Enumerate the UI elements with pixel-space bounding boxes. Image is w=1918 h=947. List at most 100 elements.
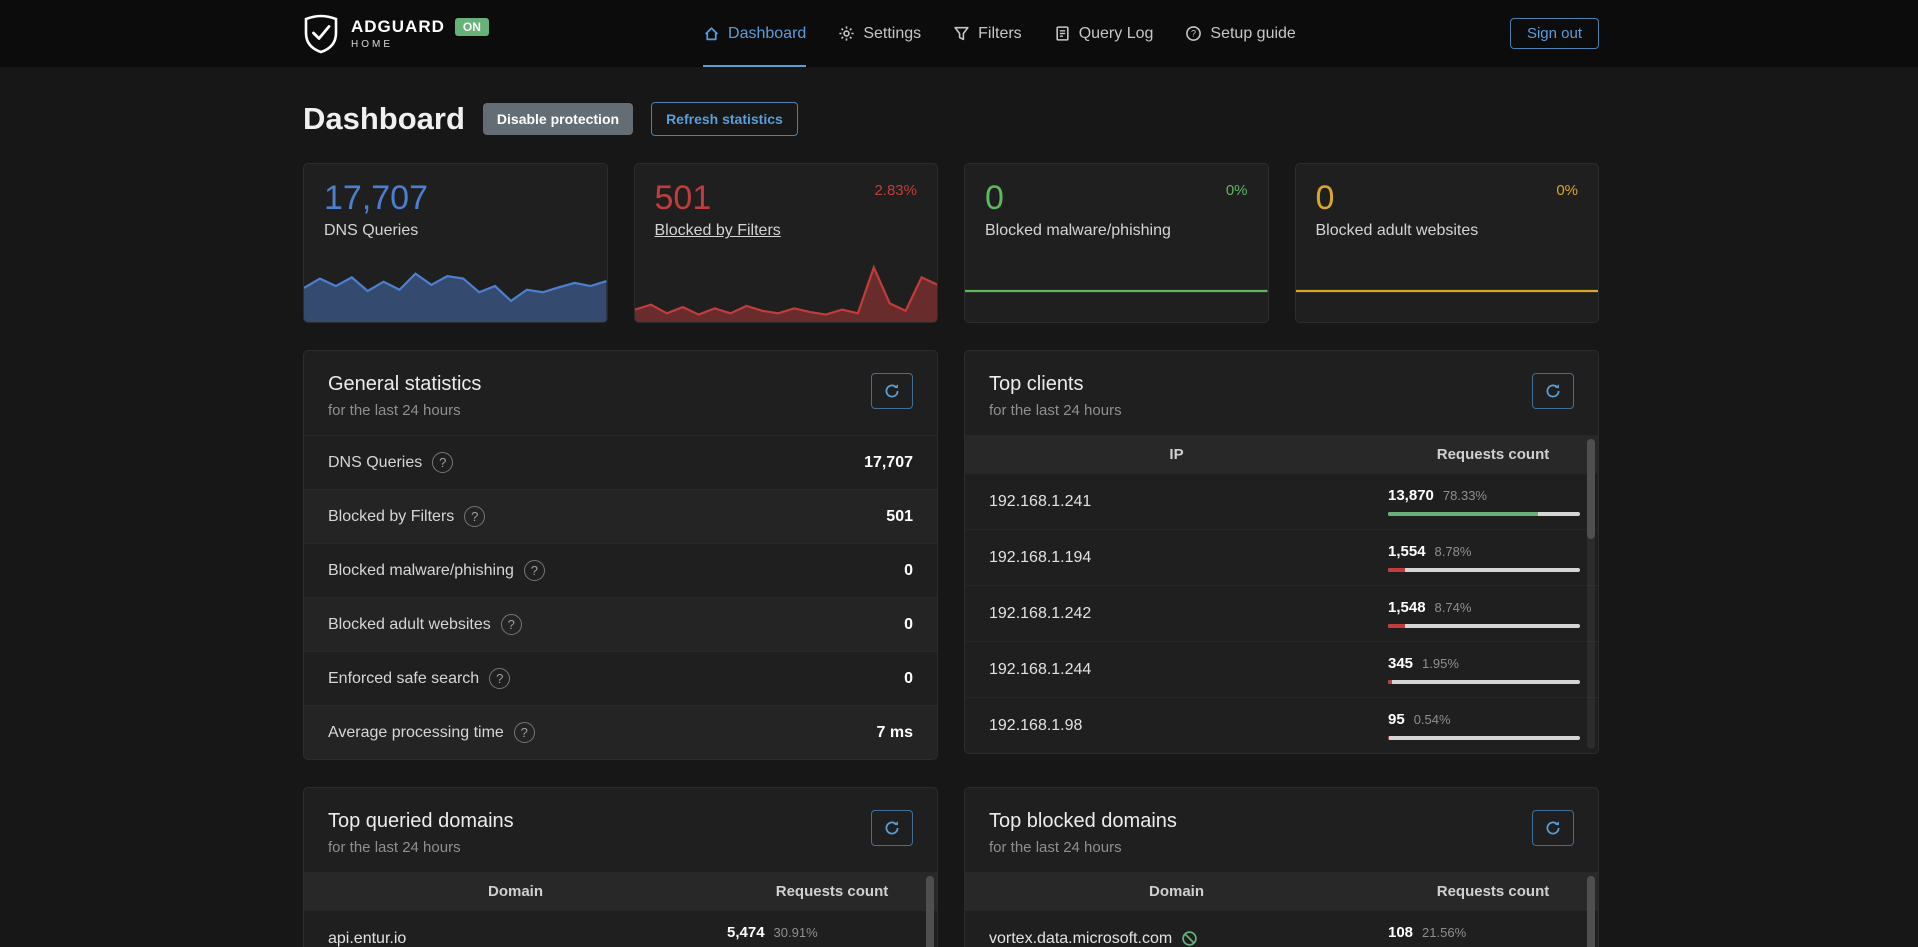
help-circle-icon: ?	[1185, 25, 1202, 42]
request-percent: 1.95%	[1422, 656, 1459, 671]
client-row: 192.168.1.241 13,870 78.33%	[965, 473, 1598, 529]
stat-row-label: Blocked adult websites	[328, 616, 491, 634]
progress-bar	[1388, 624, 1580, 628]
refresh-button[interactable]	[1532, 373, 1574, 409]
page-title: Dashboard	[303, 101, 465, 137]
progress-bar	[1388, 512, 1580, 516]
sign-out-button[interactable]: Sign out	[1510, 18, 1599, 49]
request-percent: 78.33%	[1443, 488, 1487, 503]
help-icon[interactable]: ?	[501, 614, 522, 635]
table-header: Domain Requests count	[304, 872, 937, 910]
dns-queries-sparkline	[304, 260, 607, 322]
refresh-icon	[1545, 383, 1561, 399]
stat-percent: 2.83%	[874, 182, 917, 199]
progress-bar	[1388, 680, 1580, 684]
help-icon[interactable]: ?	[489, 668, 510, 689]
nav-label: Setup guide	[1210, 25, 1295, 43]
column-header-ip[interactable]: IP	[965, 446, 1388, 463]
stat-row: Enforced safe search ? 0	[304, 651, 937, 705]
blocked-domain[interactable]: vortex.data.microsoft.com	[965, 930, 1388, 947]
refresh-button[interactable]	[1532, 810, 1574, 846]
column-header-requests[interactable]: Requests count	[727, 883, 937, 900]
scrollbar[interactable]	[1587, 876, 1595, 947]
scrollbar[interactable]	[1587, 439, 1595, 749]
request-count: 108	[1388, 924, 1413, 941]
help-icon[interactable]: ?	[432, 452, 453, 473]
domain-text: api.entur.io	[328, 930, 406, 947]
domain-row: api.entur.io 5,47430.91%	[304, 910, 937, 947]
client-ip[interactable]: 192.168.1.242	[965, 605, 1388, 623]
request-percent: 0.54%	[1414, 712, 1451, 727]
stat-row-value: 0	[904, 616, 913, 634]
client-ip[interactable]: 192.168.1.241	[965, 493, 1388, 511]
help-icon[interactable]: ?	[464, 506, 485, 527]
request-count: 345	[1388, 655, 1413, 672]
client-ip[interactable]: 192.168.1.244	[965, 661, 1388, 679]
stat-row-label: Blocked malware/phishing	[328, 562, 514, 580]
stat-row: Blocked adult websites ? 0	[304, 597, 937, 651]
help-icon[interactable]: ?	[524, 560, 545, 581]
brand-subname: HOME	[351, 39, 489, 50]
nav-dashboard[interactable]: Dashboard	[703, 0, 806, 67]
blocked-filters-sparkline	[635, 260, 938, 322]
client-row: 192.168.1.244 345 1.95%	[965, 641, 1598, 697]
request-percent: 30.91%	[774, 925, 818, 940]
nav-settings[interactable]: Settings	[838, 0, 921, 67]
column-header-requests[interactable]: Requests count	[1388, 883, 1598, 900]
refresh-icon	[884, 820, 900, 836]
dashboard-page: Dashboard Disable protection Refresh sta…	[303, 101, 1599, 947]
stat-row-value: 501	[886, 508, 913, 526]
nav-label: Filters	[978, 25, 1022, 43]
refresh-statistics-button[interactable]: Refresh statistics	[651, 102, 798, 136]
nav-filters[interactable]: Filters	[953, 0, 1022, 67]
card-subtitle: for the last 24 hours	[328, 402, 481, 419]
blocked-malware-sparkline	[965, 260, 1268, 322]
request-percent: 8.74%	[1435, 600, 1472, 615]
table-header: IP Requests count	[965, 435, 1598, 473]
client-row: 192.168.1.194 1,5548.78%	[965, 529, 1598, 585]
help-icon[interactable]: ?	[514, 722, 535, 743]
stat-row-label: Blocked by Filters	[328, 508, 454, 526]
brand-name: ADGUARD	[351, 17, 445, 37]
main-nav: Dashboard Settings Filters	[489, 0, 1510, 67]
client-ip[interactable]: 192.168.1.194	[965, 549, 1388, 567]
card-subtitle: for the last 24 hours	[989, 402, 1122, 419]
request-count: 1,548	[1388, 599, 1426, 616]
stat-row-label: DNS Queries	[328, 454, 422, 472]
general-statistics-card: General statistics for the last 24 hours…	[303, 350, 938, 760]
disable-protection-button[interactable]: Disable protection	[483, 103, 633, 135]
scrollbar-thumb[interactable]	[926, 876, 934, 947]
nav-query-log[interactable]: Query Log	[1054, 0, 1154, 67]
stat-row: Blocked by Filters ? 501	[304, 489, 937, 543]
request-count: 13,870	[1388, 487, 1434, 504]
nav-setup-guide[interactable]: ? Setup guide	[1185, 0, 1295, 67]
stat-label: DNS Queries	[324, 222, 418, 240]
stat-value: 17,707	[324, 180, 428, 217]
card-title: Top blocked domains	[989, 810, 1177, 833]
blocked-by-filters-link[interactable]: Blocked by Filters	[655, 222, 781, 240]
request-count: 1,554	[1388, 543, 1426, 560]
column-header-requests[interactable]: Requests count	[1388, 446, 1598, 463]
stat-percent: 0%	[1226, 182, 1248, 199]
column-header-domain[interactable]: Domain	[304, 883, 727, 900]
card-subtitle: for the last 24 hours	[989, 839, 1177, 856]
blocked-adult-sparkline	[1296, 260, 1599, 322]
scrollbar[interactable]	[926, 876, 934, 947]
nav-label: Dashboard	[728, 25, 806, 43]
column-header-domain[interactable]: Domain	[965, 883, 1388, 900]
stat-cards-row: 17,707 DNS Queries 501 2.83% Blocked by …	[303, 163, 1599, 323]
stat-row-value: 0	[904, 562, 913, 580]
adguard-home-logo[interactable]: ADGUARD ON HOME	[303, 14, 489, 54]
gear-icon	[838, 25, 855, 42]
queried-domain[interactable]: api.entur.io	[304, 930, 727, 947]
refresh-button[interactable]	[871, 810, 913, 846]
progress-bar	[1388, 736, 1580, 740]
stat-row-label: Average processing time	[328, 724, 504, 742]
stat-row: Average processing time ? 7 ms	[304, 705, 937, 759]
scrollbar-thumb[interactable]	[1587, 876, 1595, 947]
filter-funnel-icon	[953, 25, 970, 42]
refresh-button[interactable]	[871, 373, 913, 409]
scrollbar-thumb[interactable]	[1587, 439, 1595, 539]
stat-value: 501	[655, 180, 712, 217]
client-ip[interactable]: 192.168.1.98	[965, 717, 1388, 735]
